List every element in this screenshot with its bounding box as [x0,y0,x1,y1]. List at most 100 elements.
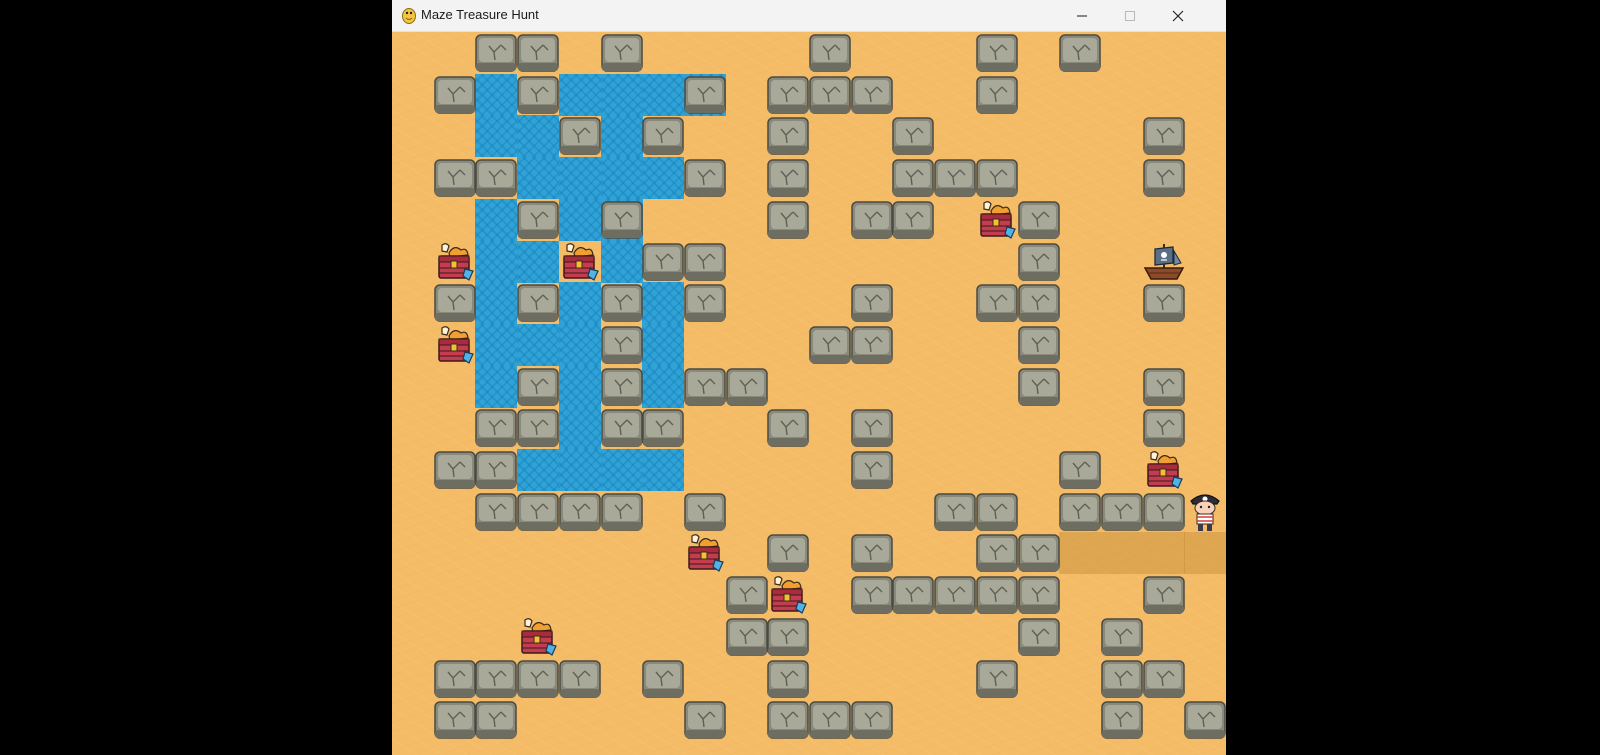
rock-icon [809,32,851,74]
rock-icon [767,199,810,241]
rock-icon [1017,532,1060,574]
water-tile [558,365,601,408]
game-board[interactable] [392,32,1226,755]
maximize-icon [1125,11,1135,21]
water-tile [475,198,518,241]
rock-icon [1101,658,1143,700]
rock-icon [934,491,976,533]
water-tile [517,115,560,158]
water-tile [558,323,601,366]
pirate-ship-icon [1143,241,1185,283]
rock-icon [1059,32,1101,74]
water-tile [475,73,518,116]
rock-icon [684,74,726,116]
rock-icon [850,449,893,491]
rock-icon [684,699,726,741]
rock-icon [642,658,684,700]
rock-icon [850,199,893,241]
rock-icon [892,115,935,157]
treasure-chest-icon [1143,449,1185,491]
water-tile [517,323,560,366]
water-tile [558,407,601,450]
rock-icon [1142,282,1185,324]
treasure-chest-icon [767,574,809,616]
rock-icon [600,324,643,366]
rock-icon [559,491,601,533]
minimize-button[interactable] [1058,0,1106,31]
rock-icon [475,658,518,700]
water-tile [642,449,685,491]
rock-icon [934,157,976,199]
water-tile [475,365,518,408]
water-tile [558,282,601,325]
water-tile [517,240,560,283]
water-tile [475,240,518,283]
rock-icon [1142,574,1185,616]
water-tile [558,449,601,491]
close-button[interactable] [1154,0,1202,31]
rock-icon [1142,491,1185,533]
water-tile [558,157,601,200]
rock-icon [517,282,559,324]
rock-icon [1184,699,1226,741]
rock-icon [850,74,893,116]
rock-icon [475,699,518,741]
treasure-chest-icon [684,532,726,574]
pirate-player-icon [1184,491,1226,533]
rock-icon [600,366,643,408]
rock-icon [1017,282,1060,324]
rock-icon [475,157,518,199]
rock-icon [850,407,893,449]
water-tile [558,198,601,241]
water-tile [600,73,643,116]
water-tile [642,365,685,408]
water-tile [517,449,560,491]
water-tile [558,73,601,116]
rock-icon [1101,491,1143,533]
rock-icon [600,199,643,241]
rock-icon [725,574,768,616]
rock-icon [600,32,643,74]
rock-icon [809,699,851,741]
rock-icon [892,157,935,199]
rock-icon [600,407,643,449]
rock-icon [809,74,851,116]
treasure-chest-icon [517,616,559,658]
rock-icon [642,115,684,157]
rock-icon [1017,616,1060,658]
rock-icon [517,366,559,408]
rock-icon [892,199,935,241]
rock-icon [767,74,810,116]
rock-icon [559,658,601,700]
rock-icon [1017,324,1060,366]
rock-icon [642,407,684,449]
rock-icon [684,157,726,199]
maximize-button[interactable] [1106,0,1154,31]
rock-icon [433,449,476,491]
rock-icon [475,32,518,74]
rock-icon [433,658,476,700]
rock-icon [1017,241,1060,283]
rock-icon [976,32,1018,74]
path-trail-tile [1059,532,1102,575]
rock-icon [517,407,559,449]
water-tile [600,449,643,491]
rock-icon [517,491,559,533]
game-window: Maze Treasure Hunt [392,0,1226,755]
rock-icon [475,491,518,533]
title-bar[interactable]: Maze Treasure Hunt [392,0,1226,32]
rock-icon [684,282,726,324]
water-tile [642,157,685,200]
water-tile [475,282,518,325]
rock-icon [850,574,893,616]
path-trail-tile [1184,532,1226,575]
water-tile [600,115,643,158]
rock-icon [1059,491,1101,533]
rock-icon [559,115,601,157]
rock-icon [600,282,643,324]
rock-icon [976,157,1018,199]
rock-icon [684,241,726,283]
rock-icon [517,74,559,116]
rock-icon [1142,366,1185,408]
rock-icon [767,157,810,199]
